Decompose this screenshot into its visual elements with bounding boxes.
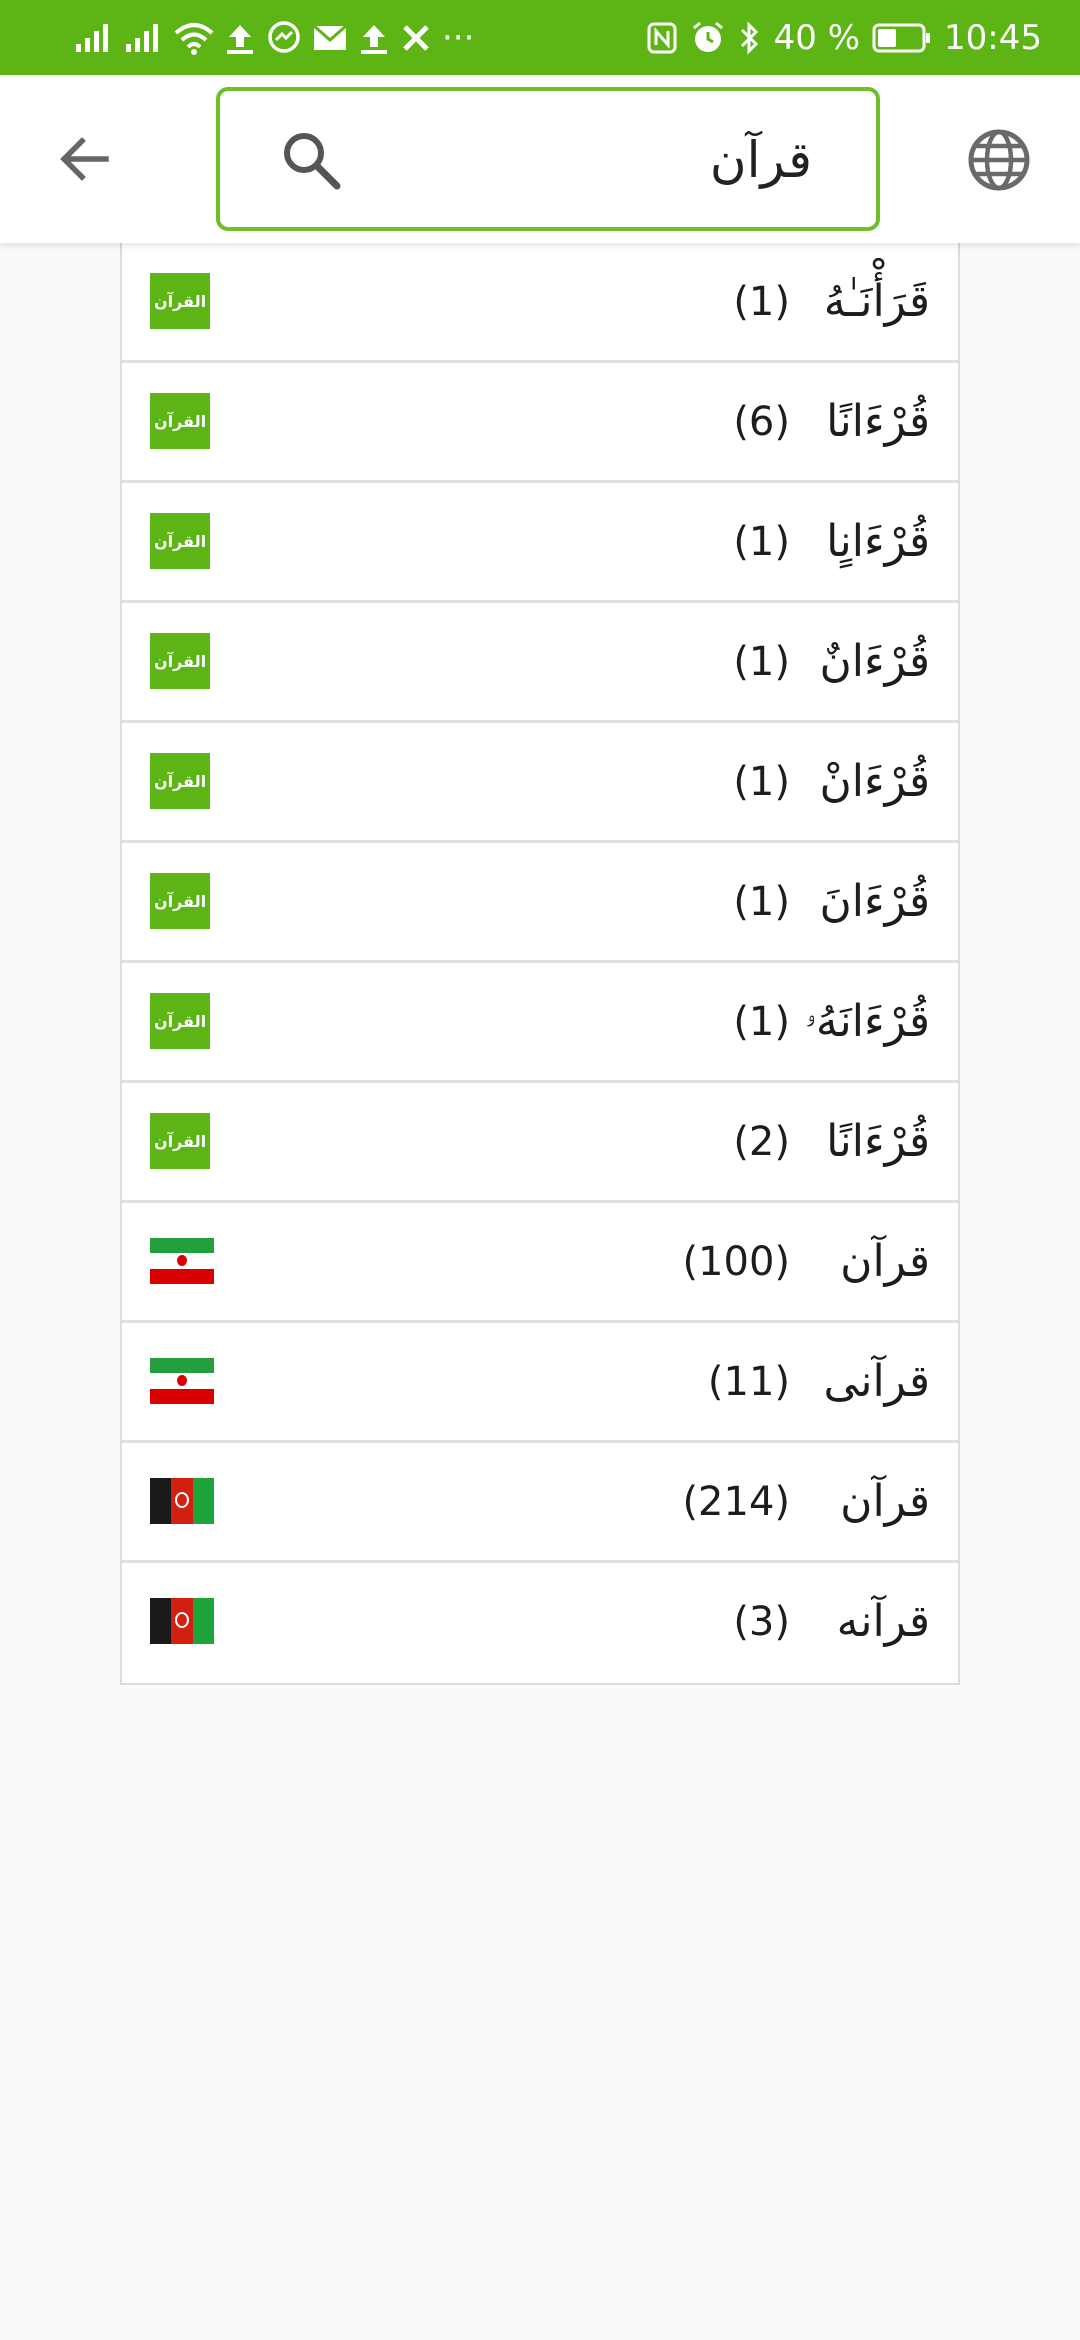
back-button[interactable] (44, 119, 124, 199)
quran-source-icon: القرآن (150, 993, 212, 1049)
upload-icon (358, 18, 390, 58)
result-word: قُرْءَانًا (826, 1116, 930, 1167)
wifi-icon (174, 18, 214, 58)
quran-source-icon: القرآن (150, 633, 212, 689)
globe-icon (968, 129, 1030, 191)
result-row[interactable]: قَرَأْنَـٰهُ (1) القرآن (122, 243, 958, 363)
quran-source-icon: القرآن (150, 393, 212, 449)
status-notifications: ··· (74, 0, 474, 75)
result-count: (1) (733, 518, 790, 565)
quran-badge-label: القرآن (150, 633, 210, 689)
result-count: (1) (733, 878, 790, 925)
clock: 10:45 (944, 17, 1042, 58)
result-count: (100) (682, 1238, 790, 1285)
result-row[interactable]: قرآن (214) (122, 1443, 958, 1563)
signal-icon (124, 18, 164, 58)
result-count: (6) (733, 398, 790, 445)
result-word: قرآنی (823, 1356, 930, 1407)
result-word: قُرْءَانَ (819, 876, 930, 927)
quran-source-icon: القرآن (150, 753, 212, 809)
result-count: (1) (733, 278, 790, 325)
quran-source-icon: القرآن (150, 513, 212, 569)
quran-badge-label: القرآن (150, 993, 210, 1049)
quran-badge-label: القرآن (150, 513, 210, 569)
battery-percent: 40 % (773, 17, 861, 58)
language-button[interactable] (962, 123, 1036, 197)
quran-badge-label: القرآن (150, 753, 210, 809)
afghanistan-flag-icon (150, 1473, 214, 1529)
result-word: قُرْءَانًا (826, 396, 930, 447)
result-count: (11) (707, 1358, 790, 1405)
quran-badge-label: القرآن (150, 393, 210, 449)
alarm-icon (690, 18, 726, 58)
upload-icon (224, 18, 256, 58)
result-row[interactable]: قُرْءَانَ (1) القرآن (122, 843, 958, 963)
result-word: قُرْءَانٌ (819, 636, 930, 687)
result-count: (1) (733, 638, 790, 685)
result-word: قُرْءَانٍا (826, 516, 930, 567)
iran-flag-shape (150, 1358, 214, 1404)
status-system: 40 % 10:45 (646, 0, 1042, 75)
result-row[interactable]: قُرْءَانًا (6) القرآن (122, 363, 958, 483)
more-notifications: ··· (442, 17, 475, 58)
quran-source-icon: القرآن (150, 1113, 212, 1169)
tools-icon (400, 18, 432, 58)
iran-flag-shape (150, 1238, 214, 1284)
result-row[interactable]: قُرْءَانًا (2) القرآن (122, 1083, 958, 1203)
quran-source-icon: القرآن (150, 273, 212, 329)
nfc-icon (646, 18, 678, 58)
result-word: قرآن (840, 1236, 930, 1287)
search-icon[interactable] (280, 129, 342, 191)
arrow-back-icon (60, 137, 109, 181)
quran-source-icon: القرآن (150, 873, 212, 929)
search-input[interactable] (370, 109, 814, 211)
result-row[interactable]: قُرْءَانٌ (1) القرآن (122, 603, 958, 723)
afghanistan-flag-shape (150, 1478, 214, 1524)
search-box[interactable] (216, 87, 880, 231)
result-word: قرآن (840, 1476, 930, 1527)
status-bar: ··· 40 % 10:45 (0, 0, 1080, 75)
app-bar (0, 75, 1080, 243)
quran-badge-label: القرآن (150, 873, 210, 929)
afghanistan-flag-icon (150, 1593, 214, 1649)
result-row[interactable]: قُرْءَانٍا (1) القرآن (122, 483, 958, 603)
result-row[interactable]: قرآن (100) (122, 1203, 958, 1323)
quran-badge-label: القرآن (150, 273, 210, 329)
signal-icon (74, 18, 114, 58)
result-count: (2) (733, 1118, 790, 1165)
result-word: قَرَأْنَـٰهُ (823, 276, 930, 327)
afghanistan-flag-shape (150, 1598, 214, 1644)
result-word: قُرْءَانَهُۥ (804, 996, 930, 1047)
results-list: قَرَأْنَـٰهُ (1) القرآن قُرْءَانًا (6) القرآن… (120, 243, 960, 1685)
result-word: قرآنه (836, 1596, 930, 1647)
result-row[interactable]: قُرْءَانْ (1) القرآن (122, 723, 958, 843)
result-row[interactable]: قُرْءَانَهُۥ (1) القرآن (122, 963, 958, 1083)
result-count: (1) (733, 998, 790, 1045)
result-count: (214) (682, 1478, 790, 1525)
result-count: (1) (733, 758, 790, 805)
result-row[interactable]: قرآنه (3) (122, 1563, 958, 1683)
result-count: (3) (733, 1598, 790, 1645)
quran-badge-label: القرآن (150, 1113, 210, 1169)
messenger-icon (266, 18, 302, 58)
result-row[interactable]: قرآنی (11) (122, 1323, 958, 1443)
iran-flag-icon (150, 1233, 214, 1289)
result-word: قُرْءَانْ (819, 756, 930, 807)
iran-flag-icon (150, 1353, 214, 1409)
mail-icon (312, 18, 348, 58)
battery-icon (872, 18, 932, 58)
bluetooth-icon (738, 18, 762, 58)
